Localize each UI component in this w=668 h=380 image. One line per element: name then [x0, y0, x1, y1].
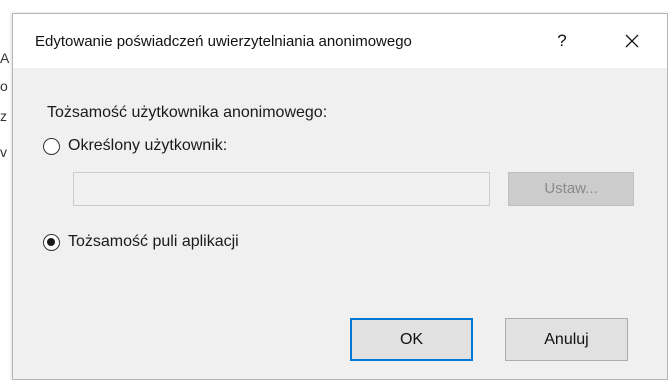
- background-text: z: [0, 108, 7, 124]
- app-pool-identity-label: Tożsamość puli aplikacji: [68, 233, 239, 250]
- background-text: v: [0, 144, 7, 160]
- help-button[interactable]: ?: [539, 22, 585, 60]
- dialog-title: Edytowanie poświadczeń uwierzytelniania …: [35, 33, 412, 50]
- close-icon: [625, 34, 639, 48]
- anonymous-identity-label: Tożsamość użytkownika anonimowego:: [47, 104, 328, 121]
- app-pool-identity-radio[interactable]: [43, 233, 60, 251]
- background-text: o: [0, 78, 8, 94]
- specific-user-option[interactable]: Określony użytkownik:: [43, 137, 227, 155]
- set-button: Ustaw...: [508, 172, 634, 206]
- app-pool-identity-option[interactable]: Tożsamość puli aplikacji: [43, 233, 239, 251]
- specific-user-radio[interactable]: [43, 137, 60, 155]
- screen: A o z v Edytowanie poświadczeń uwierzyte…: [0, 0, 668, 380]
- credentials-dialog: Edytowanie poświadczeń uwierzytelniania …: [12, 13, 668, 380]
- close-button[interactable]: [609, 22, 655, 60]
- dialog-titlebar[interactable]: Edytowanie poświadczeń uwierzytelniania …: [13, 14, 667, 68]
- background-text: A: [0, 50, 10, 66]
- cancel-button[interactable]: Anuluj: [505, 318, 628, 361]
- ok-button[interactable]: OK: [350, 318, 473, 361]
- specific-user-input: [73, 172, 490, 206]
- specific-user-label: Określony użytkownik:: [68, 137, 228, 154]
